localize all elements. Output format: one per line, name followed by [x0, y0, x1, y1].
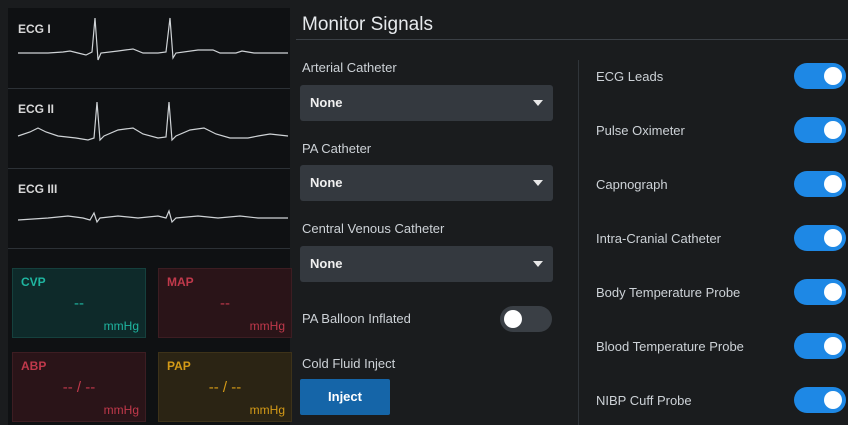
- chevron-down-icon: [533, 100, 543, 106]
- arterial-catheter-value: None: [310, 95, 343, 110]
- toggle-knob: [824, 121, 842, 139]
- intra-cranial-toggle[interactable]: [794, 225, 846, 251]
- abp-value: -- / --: [62, 379, 96, 396]
- panel-title: Monitor Signals: [302, 14, 433, 35]
- signal-label-blood-temp: Blood Temperature Probe: [596, 339, 744, 354]
- inject-button[interactable]: Inject: [300, 379, 390, 415]
- chevron-down-icon: [533, 180, 543, 186]
- chevron-down-icon: [533, 261, 543, 267]
- column-divider: [578, 60, 579, 425]
- cvc-select[interactable]: None: [300, 246, 553, 282]
- ecg-leads-toggle[interactable]: [794, 63, 846, 89]
- cvc-value: None: [310, 256, 343, 271]
- abp-label: ABP: [21, 359, 47, 373]
- toggle-knob: [824, 283, 842, 301]
- map-tile: MAP -- mmHg: [158, 268, 292, 338]
- cvc-label: Central Venous Catheter: [302, 221, 445, 236]
- pap-value: -- / --: [208, 379, 242, 396]
- toggle-knob: [824, 229, 842, 247]
- ecg-ii-trace: ECG II: [8, 88, 290, 169]
- pap-label: PAP: [167, 359, 191, 373]
- map-label: MAP: [167, 275, 194, 289]
- arterial-catheter-select[interactable]: None: [300, 85, 553, 121]
- pa-catheter-select[interactable]: None: [300, 165, 553, 201]
- toggle-knob: [824, 337, 842, 355]
- pulse-oximeter-toggle[interactable]: [794, 117, 846, 143]
- ecg-i-waveform: [18, 17, 288, 61]
- pap-tile: PAP -- / -- mmHg: [158, 352, 292, 422]
- ecg-i-trace: ECG I: [8, 8, 290, 89]
- signal-label-ecg-leads: ECG Leads: [596, 69, 664, 84]
- pa-catheter-label: PA Catheter: [302, 141, 372, 156]
- cvp-tile: CVP -- mmHg: [12, 268, 146, 338]
- ecg-ii-waveform: [17, 101, 289, 142]
- toggle-knob: [824, 391, 842, 409]
- cvp-value: --: [74, 295, 84, 312]
- map-value: --: [220, 295, 230, 312]
- abp-tile: ABP -- / -- mmHg: [12, 352, 146, 422]
- map-unit: mmHg: [249, 319, 285, 333]
- pa-balloon-toggle[interactable]: [500, 306, 552, 332]
- ecg-iii-trace: ECG III: [8, 168, 290, 249]
- arterial-catheter-label: Arterial Catheter: [302, 60, 397, 75]
- capnograph-toggle[interactable]: [794, 171, 846, 197]
- blood-temp-toggle[interactable]: [794, 333, 846, 359]
- toggle-knob: [824, 67, 842, 85]
- signal-label-capnograph: Capnograph: [596, 177, 668, 192]
- body-temp-toggle[interactable]: [794, 279, 846, 305]
- signal-label-body-temp: Body Temperature Probe: [596, 285, 741, 300]
- toggle-knob: [824, 175, 842, 193]
- signal-label-nibp: NIBP Cuff Probe: [596, 393, 692, 408]
- cvp-label: CVP: [21, 275, 46, 289]
- ecg-iii-waveform: [17, 209, 288, 224]
- signal-label-intra-cranial: Intra-Cranial Catheter: [596, 231, 721, 246]
- signal-label-pulse-oximeter: Pulse Oximeter: [596, 123, 685, 138]
- cvp-unit: mmHg: [103, 319, 139, 333]
- title-divider: [296, 39, 848, 40]
- pa-catheter-value: None: [310, 175, 343, 190]
- pa-balloon-label: PA Balloon Inflated: [302, 311, 411, 326]
- toggle-knob: [504, 310, 522, 328]
- abp-unit: mmHg: [103, 403, 139, 417]
- monitor-signals-panel: Monitor Signals Arterial Catheter None P…: [296, 8, 848, 425]
- waveform-panel: ECG I ECG II ECG III CVP -- mmHg MAP -- …: [8, 8, 292, 425]
- cold-fluid-label: Cold Fluid Inject: [302, 356, 396, 371]
- nibp-toggle[interactable]: [794, 387, 846, 413]
- pap-unit: mmHg: [249, 403, 285, 417]
